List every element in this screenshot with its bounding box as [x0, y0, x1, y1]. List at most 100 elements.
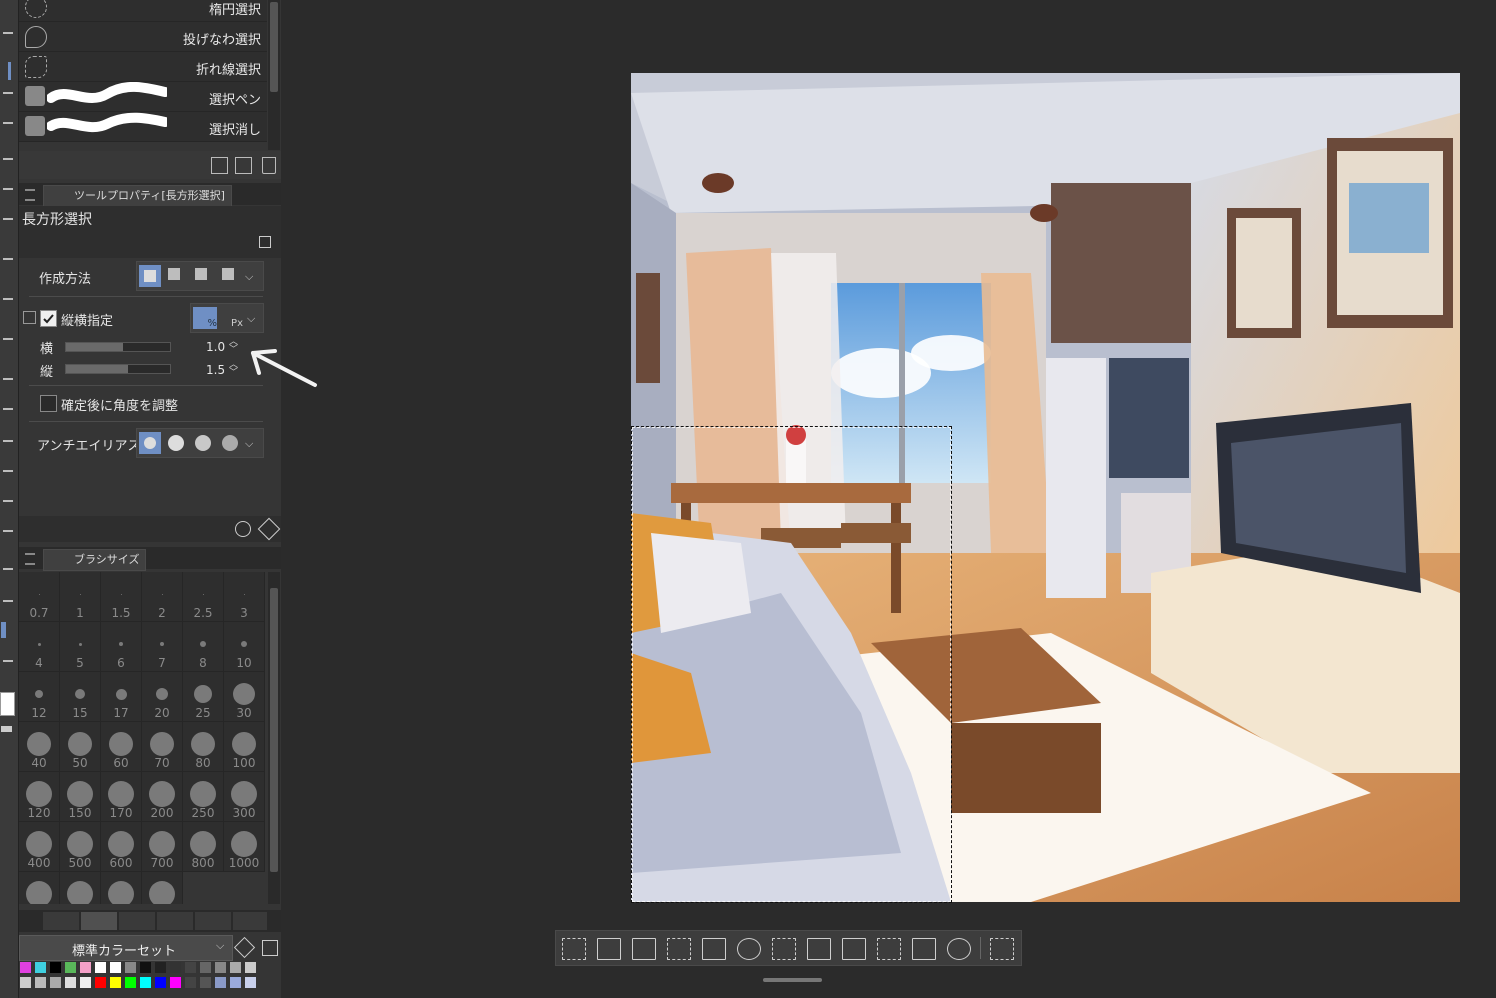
shrink-selection-icon[interactable] — [702, 938, 726, 960]
selection-marquee[interactable] — [631, 426, 952, 903]
tool-icon[interactable] — [3, 530, 13, 532]
color-swatch[interactable] — [230, 977, 241, 988]
brush-size-cell[interactable]: 300 — [224, 772, 265, 822]
color-swatch[interactable] — [80, 962, 91, 973]
brush-size-cell[interactable]: 12 — [19, 672, 60, 722]
brush-size-cell[interactable]: 700 — [142, 822, 183, 872]
tool-icon-selected[interactable] — [1, 622, 6, 638]
chevron-down-icon[interactable]: ⌵ — [245, 437, 253, 451]
brush-size-cell[interactable] — [60, 872, 101, 904]
antialias-weak-icon[interactable] — [165, 432, 187, 454]
brush-size-cell[interactable]: 70 — [142, 722, 183, 772]
subtool-item[interactable]: 投げなわ選択 — [19, 22, 267, 52]
chevron-down-icon[interactable]: ⌵ — [245, 270, 253, 284]
tool-icon[interactable] — [3, 470, 13, 472]
wrench-icon[interactable] — [233, 936, 256, 959]
color-swatch[interactable] — [125, 977, 136, 988]
tool-icon[interactable] — [3, 338, 13, 340]
selection-launcher-icon[interactable] — [772, 938, 796, 960]
width-value[interactable]: 1.0 — [206, 340, 225, 354]
lock-icon[interactable] — [259, 236, 271, 248]
antialias-none-icon[interactable] — [139, 432, 161, 454]
brush-size-cell[interactable]: 500 — [60, 822, 101, 872]
subtract-selection-icon[interactable] — [192, 265, 214, 287]
tab-tool-property[interactable]: ツールプロパティ[長方形選択] — [43, 185, 232, 207]
color-swatch[interactable] — [230, 962, 241, 973]
tool-icon[interactable] — [3, 92, 13, 94]
subtool-item[interactable]: 選択ペン — [19, 82, 267, 112]
scroll-thumb[interactable] — [270, 588, 278, 872]
intermediate-color-tab-icon[interactable] — [119, 912, 155, 930]
color-swatch[interactable] — [95, 962, 106, 973]
scale-rotate-selection-icon[interactable] — [667, 938, 691, 960]
transform-icon[interactable] — [877, 938, 901, 960]
color-swatch[interactable] — [65, 977, 76, 988]
brush-size-cell[interactable]: 40 — [19, 722, 60, 772]
brush-size-cell[interactable]: 1000 — [224, 822, 265, 872]
height-slider[interactable] — [65, 364, 171, 374]
subtool-scrollbar[interactable] — [268, 0, 280, 150]
color-swatch[interactable] — [35, 977, 46, 988]
brush-size-cell[interactable]: 400 — [19, 822, 60, 872]
color-swatch[interactable] — [20, 977, 31, 988]
color-circle-tab-icon[interactable] — [43, 912, 79, 930]
color-swatch[interactable] — [50, 977, 61, 988]
brush-size-cell[interactable]: 60 — [101, 722, 142, 772]
tool-icon[interactable] — [3, 258, 13, 260]
new-selection-icon[interactable] — [139, 265, 161, 287]
subtool-item[interactable]: 選択消し — [19, 112, 267, 142]
copy-paste-icon[interactable] — [842, 938, 866, 960]
main-color-swatch[interactable] — [0, 692, 15, 716]
brush-size-cell[interactable]: 10 — [224, 622, 265, 672]
antialias-strong-icon[interactable] — [219, 432, 241, 454]
tool-icon[interactable] — [3, 188, 13, 190]
brush-size-cell[interactable]: 150 — [60, 772, 101, 822]
brush-size-cell[interactable]: 30 — [224, 672, 265, 722]
wrench-icon[interactable] — [257, 517, 281, 541]
brush-size-cell[interactable]: 200 — [142, 772, 183, 822]
color-swatch[interactable] — [50, 962, 61, 973]
tool-icon[interactable] — [3, 600, 13, 602]
tool-icon[interactable] — [3, 500, 13, 502]
select-all-icon[interactable] — [597, 938, 621, 960]
collapse-icon[interactable] — [23, 311, 36, 324]
color-swatch[interactable] — [185, 977, 196, 988]
reset-icon[interactable] — [235, 521, 251, 537]
color-swatch[interactable] — [215, 977, 226, 988]
color-swatch[interactable] — [65, 962, 76, 973]
tool-icon[interactable] — [3, 158, 13, 160]
percent-unit-icon[interactable]: % — [193, 307, 217, 329]
color-swatch[interactable] — [170, 977, 181, 988]
width-slider[interactable] — [65, 342, 171, 352]
brush-size-scrollbar[interactable] — [268, 572, 280, 904]
color-swatch[interactable] — [200, 977, 211, 988]
invert-selection-icon[interactable] — [632, 938, 656, 960]
color-swatch[interactable] — [245, 962, 256, 973]
subtool-item[interactable]: 折れ線選択 — [19, 52, 267, 82]
brush-size-cell[interactable]: 2 — [142, 572, 183, 622]
color-swatch[interactable] — [140, 977, 151, 988]
brush-size-cell[interactable]: 1 — [60, 572, 101, 622]
color-swatch[interactable] — [245, 977, 256, 988]
tool-icon[interactable] — [3, 660, 13, 662]
subtool-item[interactable]: 楕円選択 — [19, 0, 267, 22]
color-swatch[interactable] — [80, 977, 91, 988]
color-swatch[interactable] — [215, 962, 226, 973]
tool-icon[interactable] — [3, 378, 13, 380]
antialias-selector[interactable]: ⌵ — [136, 428, 264, 458]
sub-view-tab-icon[interactable] — [233, 912, 267, 930]
add-selection-icon[interactable] — [165, 265, 187, 287]
brush-size-cell[interactable]: 120 — [19, 772, 60, 822]
creation-method-selector[interactable]: ⌵ — [136, 261, 264, 291]
tool-icon[interactable] — [3, 32, 13, 34]
panel-menu-icon[interactable] — [25, 553, 35, 565]
import-icon[interactable] — [211, 157, 228, 174]
brush-size-cell[interactable]: 600 — [101, 822, 142, 872]
brush-size-cell[interactable]: 250 — [183, 772, 224, 822]
color-swatch[interactable] — [110, 962, 121, 973]
brush-size-cell[interactable]: 5 — [60, 622, 101, 672]
height-spinner-icon[interactable]: ︿ ﹀ — [229, 361, 238, 378]
brush-size-cell[interactable]: 800 — [183, 822, 224, 872]
color-swatch[interactable] — [170, 962, 181, 973]
color-swatch[interactable] — [20, 962, 31, 973]
